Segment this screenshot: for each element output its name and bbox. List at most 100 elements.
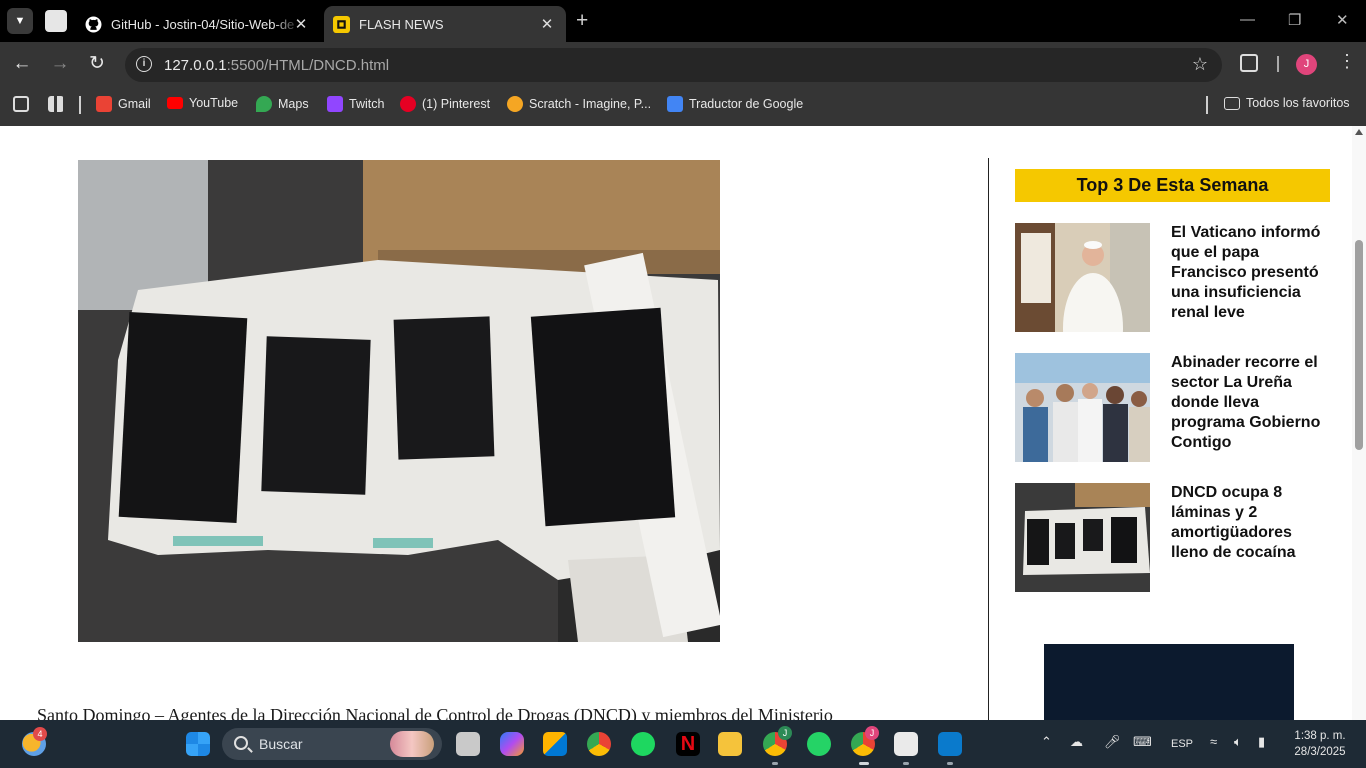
weather-badge: 4 xyxy=(33,727,47,741)
top-item-title[interactable]: Abinader recorre el sector La Ureña dond… xyxy=(1171,353,1331,453)
window-close-icon[interactable]: ✕ xyxy=(1336,11,1349,29)
menu-icon[interactable]: ⋮ xyxy=(1338,51,1356,72)
sidebar-toggle-icon[interactable] xyxy=(13,96,35,112)
copilot-icon[interactable] xyxy=(500,732,524,756)
content-divider xyxy=(988,158,989,720)
microsoft-store-icon[interactable] xyxy=(543,732,567,756)
system-clock[interactable]: 1:38 p. m. 28/3/2025 xyxy=(1284,728,1356,760)
pinterest-icon xyxy=(400,96,416,112)
scroll-up-arrow-icon[interactable] xyxy=(1355,129,1363,135)
bookmark-separator xyxy=(1206,96,1208,114)
start-windows-icon[interactable] xyxy=(186,732,210,756)
running-indicator xyxy=(903,762,909,765)
maps-icon xyxy=(256,96,272,112)
bookmark-youtube[interactable]: YouTube xyxy=(167,96,238,110)
all-bookmarks-folder[interactable]: Todos los favoritos xyxy=(1224,96,1350,110)
new-tab-button[interactable]: + xyxy=(576,9,588,33)
chrome-icon[interactable] xyxy=(587,732,611,756)
bookmark-google-translate[interactable]: Traductor de Google xyxy=(667,96,803,112)
taskbar-search[interactable]: Buscar xyxy=(222,728,442,760)
bookmark-label: Maps xyxy=(278,97,309,111)
wifi-icon[interactable]: ≈ xyxy=(1210,734,1217,749)
scroll-thumb[interactable] xyxy=(1355,240,1363,450)
top-item-abinader[interactable]: Abinader recorre el sector La Ureña dond… xyxy=(1015,353,1330,463)
page-scrollbar[interactable] xyxy=(1352,126,1366,720)
reload-icon[interactable]: ↻ xyxy=(86,53,108,75)
tab-title: FLASH NEWS xyxy=(359,16,444,32)
address-bar[interactable]: i 127.0.0.1:5500/HTML/DNCD.html ☆ xyxy=(125,48,1222,82)
top-item-pope[interactable]: El Vaticano informó que el papa Francisc… xyxy=(1015,223,1330,333)
profile-badge: J xyxy=(865,726,879,740)
minimize-icon[interactable]: — xyxy=(1240,11,1255,28)
bookmark-gmail[interactable]: Gmail xyxy=(96,96,151,112)
volume-icon[interactable]: 🔈︎ xyxy=(1234,734,1242,750)
dncd-thumbnail[interactable] xyxy=(1015,483,1150,592)
bookmark-star-icon[interactable]: ☆ xyxy=(1192,54,1208,75)
bookmark-twitch[interactable]: Twitch xyxy=(327,96,384,112)
all-bookmarks-label: Todos los favoritos xyxy=(1246,96,1350,110)
language-indicator[interactable]: ESP xyxy=(1171,738,1193,750)
top-item-dncd[interactable]: DNCD ocupa 8 láminas y 2 amortigüadores … xyxy=(1015,483,1330,593)
bookmarks-bar: Gmail YouTube Maps Twitch (1) Pinterest … xyxy=(0,86,1366,126)
clock-date: 28/3/2025 xyxy=(1294,746,1346,758)
keyboard-icon[interactable]: ⌨ xyxy=(1133,734,1152,750)
active-indicator xyxy=(859,762,869,765)
vscode-icon[interactable] xyxy=(938,732,962,756)
article-first-line: Santo Domingo – Agentes de la Dirección … xyxy=(37,705,833,720)
pope-thumbnail[interactable] xyxy=(1015,223,1150,332)
tab-github[interactable]: GitHub - Jostin-04/Sitio-Web-de ✕ xyxy=(80,6,320,42)
tab-search-button[interactable]: ▼ xyxy=(7,8,33,34)
extensions-icon[interactable] xyxy=(1240,54,1258,72)
bookmark-label: (1) Pinterest xyxy=(422,97,491,111)
bookmark-scratch[interactable]: Scratch - Imagine, P... xyxy=(507,96,651,112)
close-icon[interactable]: ✕ xyxy=(538,15,556,33)
clock-time: 1:38 p. m. xyxy=(1294,730,1346,742)
restore-icon[interactable]: ❐ xyxy=(1288,11,1301,29)
bookmark-label: YouTube xyxy=(189,96,239,110)
running-indicator xyxy=(772,762,778,765)
bookmark-maps[interactable]: Maps xyxy=(256,96,309,112)
microphone-icon[interactable]: 🎤︎ xyxy=(1104,734,1121,750)
url-path: :5500/HTML/DNCD.html xyxy=(226,57,390,74)
top3-heading: Top 3 De Esta Semana xyxy=(1015,169,1330,202)
google-translate-icon xyxy=(667,96,683,112)
browser-toolbar: ← → ↻ i 127.0.0.1:5500/HTML/DNCD.html ☆ … xyxy=(0,42,1366,86)
battery-icon[interactable]: ▮ xyxy=(1258,734,1265,750)
tray-chevron-icon[interactable]: ⌃ xyxy=(1041,734,1052,750)
snipping-tool-icon[interactable] xyxy=(894,732,918,756)
file-explorer-icon[interactable] xyxy=(718,732,742,756)
top-item-title[interactable]: El Vaticano informó que el papa Francisc… xyxy=(1171,223,1331,323)
abinader-thumbnail[interactable] xyxy=(1015,353,1150,462)
bookmark-label: Gmail xyxy=(118,97,151,111)
windows-taskbar: 4 Buscar N J J ⌃ ☁ 🎤︎ ⌨ ESP ≈ 🔈︎ ▮ 1:38 … xyxy=(0,720,1366,768)
apps-grid-icon[interactable] xyxy=(48,96,70,112)
tab-group-icon[interactable] xyxy=(45,10,67,32)
forward-icon[interactable]: → xyxy=(49,53,71,75)
back-icon[interactable]: ← xyxy=(11,53,33,75)
netflix-icon[interactable]: N xyxy=(676,732,700,756)
bookmark-label: Traductor de Google xyxy=(689,97,804,111)
bookmark-label: Scratch - Imagine, P... xyxy=(529,97,652,111)
close-icon[interactable]: ✕ xyxy=(292,15,310,33)
search-highlight-image xyxy=(390,731,434,757)
flash-news-icon xyxy=(333,15,350,33)
tab-flash-news[interactable]: FLASH NEWS ✕ xyxy=(324,6,566,42)
onedrive-icon[interactable]: ☁ xyxy=(1070,734,1083,750)
toolbar-divider xyxy=(1277,56,1279,72)
bookmark-label: Twitch xyxy=(349,97,385,111)
search-icon xyxy=(234,736,248,750)
bookmark-separator xyxy=(79,96,81,114)
site-info-icon[interactable]: i xyxy=(136,56,152,72)
youtube-icon xyxy=(167,97,183,109)
running-indicator xyxy=(947,762,953,765)
url-host: 127.0.0.1 xyxy=(164,57,227,74)
sidebar-banner xyxy=(1044,644,1294,720)
task-view-icon[interactable] xyxy=(456,732,480,756)
whatsapp-icon[interactable] xyxy=(807,732,831,756)
top-item-title[interactable]: DNCD ocupa 8 láminas y 2 amortigüadores … xyxy=(1171,483,1331,563)
tab-title: GitHub - Jostin-04/Sitio-Web-de xyxy=(111,16,295,32)
url-text[interactable]: 127.0.0.1:5500/HTML/DNCD.html xyxy=(164,57,389,74)
profile-avatar[interactable]: J xyxy=(1296,54,1317,75)
spotify-icon[interactable] xyxy=(631,732,655,756)
bookmark-pinterest[interactable]: (1) Pinterest xyxy=(400,96,490,112)
